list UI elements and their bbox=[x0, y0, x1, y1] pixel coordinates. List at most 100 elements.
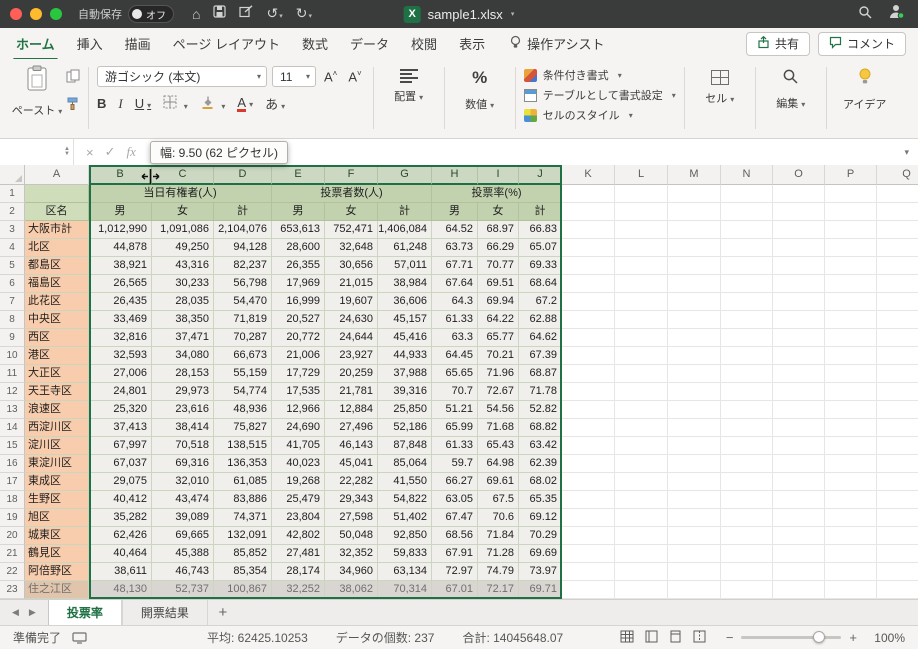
cell[interactable] bbox=[877, 365, 918, 383]
cell[interactable]: 54,822 bbox=[378, 491, 432, 509]
cell[interactable] bbox=[668, 239, 721, 257]
tab-data[interactable]: データ bbox=[350, 27, 389, 61]
cell[interactable]: 72.17 bbox=[478, 581, 519, 599]
column-header-K[interactable]: K bbox=[562, 165, 615, 185]
cell[interactable] bbox=[721, 383, 773, 401]
cell[interactable] bbox=[615, 527, 668, 545]
cell[interactable] bbox=[721, 527, 773, 545]
row-header-8[interactable]: 8 bbox=[0, 311, 25, 329]
column-header-D[interactable]: D bbox=[214, 165, 272, 185]
cell[interactable] bbox=[721, 275, 773, 293]
cell[interactable] bbox=[668, 221, 721, 239]
cell[interactable] bbox=[615, 275, 668, 293]
cell[interactable]: 66.29 bbox=[478, 239, 519, 257]
cell[interactable]: 69,665 bbox=[152, 527, 214, 545]
cell[interactable]: 63.42 bbox=[519, 437, 562, 455]
cell[interactable] bbox=[877, 491, 918, 509]
cell[interactable] bbox=[668, 527, 721, 545]
column-header-M[interactable]: M bbox=[668, 165, 721, 185]
cell[interactable]: 32,648 bbox=[325, 239, 378, 257]
cell[interactable]: 63,134 bbox=[378, 563, 432, 581]
cell[interactable]: 29,343 bbox=[325, 491, 378, 509]
cell[interactable]: 66.27 bbox=[432, 473, 478, 491]
cell[interactable] bbox=[825, 581, 877, 599]
fill-color-button[interactable] bbox=[200, 95, 226, 112]
cell[interactable]: 75,827 bbox=[214, 419, 272, 437]
formula-bar-expand-icon[interactable]: ▾ bbox=[904, 147, 918, 158]
column-header-N[interactable]: N bbox=[721, 165, 773, 185]
cell[interactable]: 45,157 bbox=[378, 311, 432, 329]
column-header-E[interactable]: E bbox=[272, 165, 325, 185]
cell[interactable]: 住之江区 bbox=[25, 581, 89, 599]
cell[interactable] bbox=[825, 365, 877, 383]
cell[interactable] bbox=[825, 455, 877, 473]
cell[interactable]: 73.97 bbox=[519, 563, 562, 581]
cell[interactable]: 39,089 bbox=[152, 509, 214, 527]
cell[interactable]: 54.56 bbox=[478, 401, 519, 419]
cancel-icon[interactable]: × bbox=[86, 145, 94, 160]
cell[interactable] bbox=[562, 401, 615, 419]
cell[interactable]: 69.61 bbox=[478, 473, 519, 491]
cell[interactable] bbox=[773, 203, 825, 221]
cell[interactable]: 46,143 bbox=[325, 437, 378, 455]
cell[interactable] bbox=[668, 203, 721, 221]
cell[interactable] bbox=[615, 239, 668, 257]
row-header-16[interactable]: 16 bbox=[0, 455, 25, 473]
cell[interactable]: 72.67 bbox=[478, 383, 519, 401]
cell[interactable] bbox=[773, 437, 825, 455]
cell[interactable] bbox=[825, 293, 877, 311]
cell[interactable]: 70.21 bbox=[478, 347, 519, 365]
cell[interactable] bbox=[562, 347, 615, 365]
cell[interactable] bbox=[562, 221, 615, 239]
cell[interactable]: 27,481 bbox=[272, 545, 325, 563]
cell[interactable] bbox=[668, 293, 721, 311]
cell[interactable]: 39,316 bbox=[378, 383, 432, 401]
zoom-out-icon[interactable]: − bbox=[726, 630, 734, 645]
cell[interactable] bbox=[877, 329, 918, 347]
cell[interactable]: 67.91 bbox=[432, 545, 478, 563]
cell[interactable] bbox=[668, 509, 721, 527]
cell[interactable]: 64.62 bbox=[519, 329, 562, 347]
cell[interactable]: 32,352 bbox=[325, 545, 378, 563]
cell[interactable]: 54,470 bbox=[214, 293, 272, 311]
cell[interactable] bbox=[773, 563, 825, 581]
cell[interactable]: 83,886 bbox=[214, 491, 272, 509]
cell[interactable]: 92,850 bbox=[378, 527, 432, 545]
cell[interactable]: 71.68 bbox=[478, 419, 519, 437]
cell[interactable] bbox=[562, 203, 615, 221]
tab-page-layout[interactable]: ページ レイアウト bbox=[173, 27, 280, 61]
cell[interactable]: 37,413 bbox=[89, 419, 152, 437]
cell[interactable]: 旭区 bbox=[25, 509, 89, 527]
row-header-2[interactable]: 2 bbox=[0, 203, 25, 221]
column-header-G[interactable]: G bbox=[378, 165, 432, 185]
bold-button[interactable]: B bbox=[97, 96, 106, 111]
cell[interactable] bbox=[825, 437, 877, 455]
tab-insert[interactable]: 挿入 bbox=[77, 27, 103, 61]
header-cell[interactable]: 男 bbox=[272, 203, 325, 221]
column-header-F[interactable]: F bbox=[325, 165, 378, 185]
cell[interactable]: 46,743 bbox=[152, 563, 214, 581]
cell[interactable] bbox=[825, 221, 877, 239]
format-painter-icon[interactable] bbox=[66, 97, 80, 116]
cell[interactable] bbox=[615, 347, 668, 365]
cell[interactable]: 67.39 bbox=[519, 347, 562, 365]
cell[interactable]: 35,282 bbox=[89, 509, 152, 527]
select-all-corner[interactable] bbox=[0, 165, 25, 185]
cell[interactable] bbox=[773, 581, 825, 599]
column-header-J[interactable]: J bbox=[519, 165, 562, 185]
cell[interactable] bbox=[562, 473, 615, 491]
cell[interactable]: 22,282 bbox=[325, 473, 378, 491]
ideas-button[interactable]: アイデア bbox=[835, 65, 895, 112]
cell[interactable]: 24,630 bbox=[325, 311, 378, 329]
cell[interactable]: 26,565 bbox=[89, 275, 152, 293]
cell[interactable] bbox=[721, 437, 773, 455]
borders-button[interactable] bbox=[163, 95, 188, 112]
cell[interactable] bbox=[721, 293, 773, 311]
cell[interactable]: 天王寺区 bbox=[25, 383, 89, 401]
cell[interactable] bbox=[615, 311, 668, 329]
cell[interactable] bbox=[721, 347, 773, 365]
cell[interactable] bbox=[562, 239, 615, 257]
cell[interactable] bbox=[615, 437, 668, 455]
cell[interactable]: 70.29 bbox=[519, 527, 562, 545]
cell[interactable] bbox=[721, 365, 773, 383]
